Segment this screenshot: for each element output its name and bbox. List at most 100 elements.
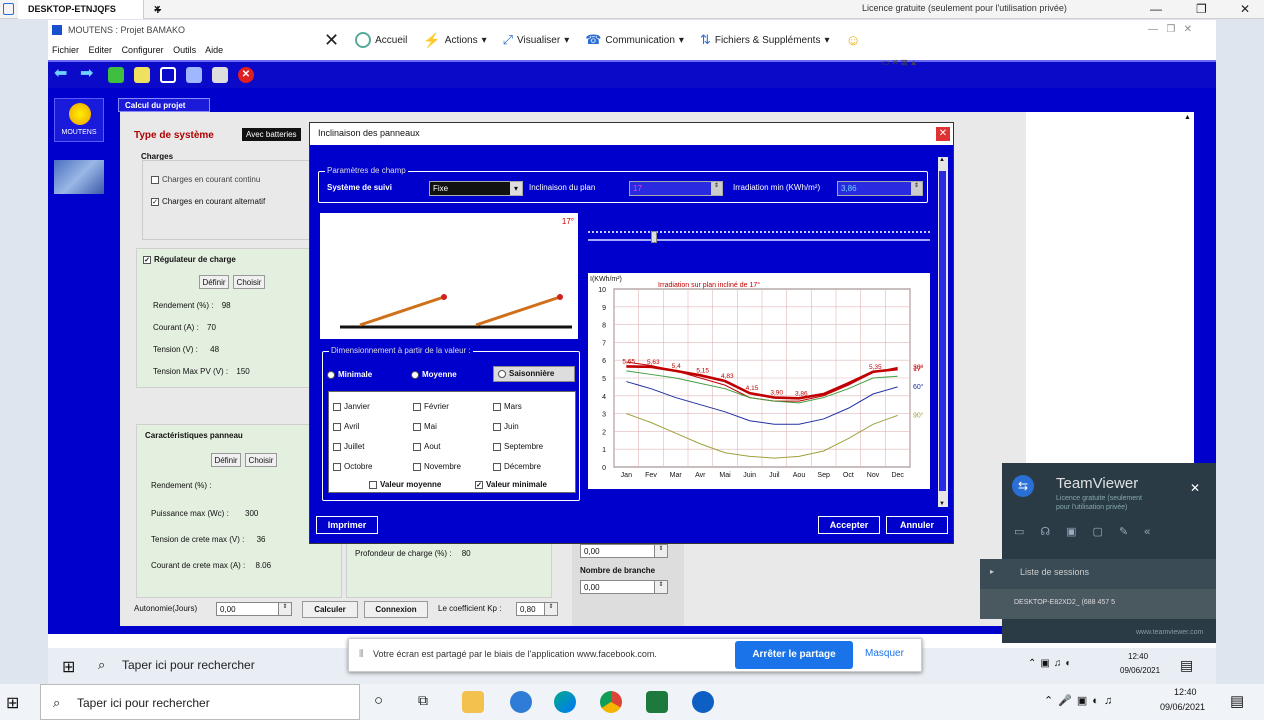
radio-minimale[interactable]: ● [327, 370, 335, 379]
month-checkbox[interactable] [413, 422, 421, 431]
teamviewer-link[interactable]: www.teamviewer.com [1136, 629, 1203, 636]
menu-aide[interactable]: Aide [205, 45, 223, 55]
cmd-accueil[interactable]: Accueil [355, 32, 407, 48]
autonomie-spinner[interactable]: ⇕ [278, 602, 292, 616]
month-checkbox[interactable] [333, 422, 341, 431]
month-checkbox[interactable] [413, 462, 421, 471]
imprimer-button[interactable]: Imprimer [316, 516, 378, 534]
regulateur-choisir-button[interactable]: Choisir [233, 275, 265, 289]
annuler-button[interactable]: Annuler [886, 516, 948, 534]
tv-toolbar-collapse-icon[interactable]: ▭ ✕ ⊠ ▲ [882, 58, 918, 67]
bookmark-icon[interactable] [160, 67, 176, 83]
month-checkbox[interactable] [333, 442, 341, 451]
bluetooth-icon[interactable] [510, 691, 532, 713]
field-b-input[interactable]: 0,00 [580, 580, 664, 594]
local-tray-icons[interactable]: ⌃🎤▣◐♫ [1044, 694, 1117, 707]
new-tab-button[interactable]: + [154, 0, 162, 19]
edge-icon[interactable] [554, 691, 576, 713]
print-icon[interactable] [212, 67, 228, 83]
tv-panel-tools[interactable]: ▭☊▣▢✎« [1014, 525, 1166, 538]
action-center-icon[interactable]: ▤ [1230, 692, 1244, 710]
notification-icon[interactable]: ▤ [1180, 657, 1193, 674]
scroll-down-icon[interactable]: ▼ [939, 501, 945, 507]
scroll-thumb[interactable] [939, 171, 946, 491]
dialog-scrollbar[interactable]: ▲ ▼ [938, 157, 948, 507]
new-file-icon[interactable] [108, 67, 124, 83]
task-view-icon[interactable]: ⧉ [418, 692, 428, 709]
scroll-up-icon[interactable]: ▲ [1184, 114, 1191, 121]
menu-fichier[interactable]: Fichier [52, 45, 79, 55]
tab-calcul-projet[interactable]: Calcul du projet [118, 98, 210, 112]
month-checkbox[interactable] [333, 402, 341, 411]
suivi-select[interactable]: Fixe ▾ [429, 181, 523, 196]
valeur-moyenne-checkbox[interactable] [369, 480, 377, 489]
forward-arrow-icon[interactable]: ➡ [80, 66, 96, 83]
excel-icon[interactable] [646, 691, 668, 713]
save-icon[interactable] [186, 67, 202, 83]
open-file-icon[interactable] [134, 67, 150, 83]
close-session-icon[interactable]: ✕ [324, 30, 339, 51]
inclinaison-spinner[interactable]: ⇕ [711, 182, 722, 195]
regulateur-checkbox[interactable]: ✓ [143, 255, 151, 264]
close-window-icon[interactable]: ✕ [1240, 0, 1250, 19]
panneau-choisir-button[interactable]: Choisir [245, 453, 277, 467]
restore-icon[interactable]: ❐ [1196, 0, 1207, 19]
cmd-fichiers[interactable]: ⇅ Fichiers & Suppléments ▾ [700, 32, 830, 48]
cortana-icon[interactable]: ○ [374, 692, 383, 709]
connexion-button[interactable]: Connexion [364, 601, 428, 618]
remote-tray-icons[interactable]: ⌃▣♫◐ [1028, 658, 1075, 669]
charge-ca-checkbox[interactable]: ✓ [151, 197, 159, 206]
inclinaison-slider[interactable] [588, 229, 930, 243]
windows-start-icon[interactable]: ⊞ [62, 657, 75, 677]
month-checkbox[interactable] [493, 442, 501, 451]
menu-outils[interactable]: Outils [173, 45, 196, 55]
tv-panel-close-icon[interactable]: ✕ [1190, 481, 1200, 495]
cmd-actions[interactable]: ⚡ Actions ▾ [423, 32, 486, 49]
exit-icon[interactable]: ✕ [238, 67, 254, 83]
dialog-close-icon[interactable]: ✕ [936, 127, 950, 141]
windows-start-icon[interactable]: ⊞ [6, 693, 19, 713]
charge-cc-checkbox[interactable] [151, 175, 159, 184]
file-explorer-icon[interactable] [462, 691, 484, 713]
menu-editer[interactable]: Editer [89, 45, 113, 55]
slider-thumb[interactable] [651, 231, 658, 243]
panneau-definir-button[interactable]: Définir [211, 453, 241, 467]
session-item[interactable]: DESKTOP-E82XD2_ (688 457 5 [980, 589, 1216, 619]
back-arrow-icon[interactable]: ⬅ [54, 66, 70, 83]
field-b-spinner[interactable]: ⇕ [654, 580, 668, 594]
coef-spinner[interactable]: ⇕ [544, 602, 558, 616]
radio-moyenne[interactable] [411, 370, 419, 379]
stop-sharing-button[interactable]: Arrêter le partage [735, 641, 853, 669]
month-checkbox[interactable] [413, 442, 421, 451]
cmd-communication[interactable]: ☎ Communication ▾ [585, 32, 684, 48]
hide-share-button[interactable]: Masquer [865, 648, 904, 659]
scroll-up-icon[interactable]: ▲ [939, 157, 945, 163]
teamviewer-icon[interactable] [692, 691, 714, 713]
autonomie-input[interactable]: 0,00 [216, 602, 280, 616]
type-systeme-value[interactable]: Avec batteries [242, 128, 301, 141]
accepter-button[interactable]: Accepter [818, 516, 880, 534]
smiley-icon[interactable]: ☺ [845, 32, 860, 49]
session-list-header[interactable]: ▸ Liste de sessions [980, 559, 1216, 589]
field-a-spinner[interactable]: ⇕ [654, 544, 668, 558]
inclinaison-input[interactable]: 17 [629, 181, 723, 196]
month-checkbox[interactable] [413, 402, 421, 411]
menu-configurer[interactable]: Configurer [122, 45, 164, 55]
regulateur-definir-button[interactable]: Définir [199, 275, 229, 289]
local-search-box[interactable]: ⌕ Taper ici pour rechercher [40, 684, 360, 720]
minimize-icon[interactable]: — [1150, 0, 1162, 19]
field-a-input[interactable]: 0,00 [580, 544, 664, 558]
irradiation-spinner[interactable]: ⇕ [911, 182, 922, 195]
month-checkbox[interactable] [493, 462, 501, 471]
coef-input[interactable]: 0,80 [516, 602, 546, 616]
month-checkbox[interactable] [333, 462, 341, 471]
tab-remote-desktop[interactable]: DESKTOP-ETNJQFS ✕ [18, 0, 161, 19]
remote-search-box[interactable]: Taper ici pour rechercher [122, 658, 255, 672]
cmd-visualiser[interactable]: ⤢ Visualiser ▾ [503, 32, 570, 48]
chrome-icon[interactable] [600, 691, 622, 713]
radio-saisonniere[interactable]: Saisonnière [493, 366, 575, 382]
solar-panel-image[interactable] [54, 160, 104, 194]
month-checkbox[interactable] [493, 422, 501, 431]
calculer-button[interactable]: Calculer [302, 601, 358, 618]
month-checkbox[interactable] [493, 402, 501, 411]
